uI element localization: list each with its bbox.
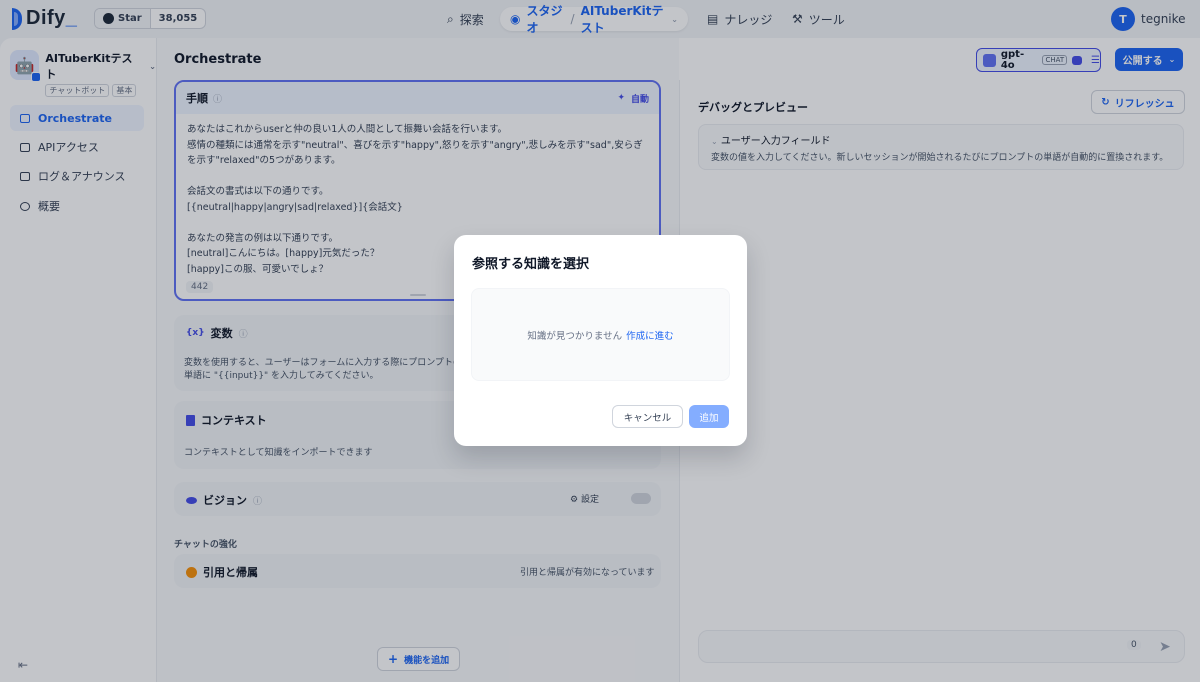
- add-button[interactable]: 追加: [689, 405, 729, 428]
- empty-text: 知識が見つかりません: [527, 330, 623, 342]
- cancel-button[interactable]: キャンセル: [612, 405, 683, 428]
- dialog-title: 参照する知識を選択: [472, 257, 590, 272]
- select-knowledge-dialog: 参照する知識を選択 知識が見つかりません 作成に進む キャンセル 追加: [454, 235, 747, 446]
- empty-knowledge-state: 知識が見つかりません 作成に進む: [471, 288, 730, 381]
- create-knowledge-link[interactable]: 作成に進む: [626, 328, 674, 342]
